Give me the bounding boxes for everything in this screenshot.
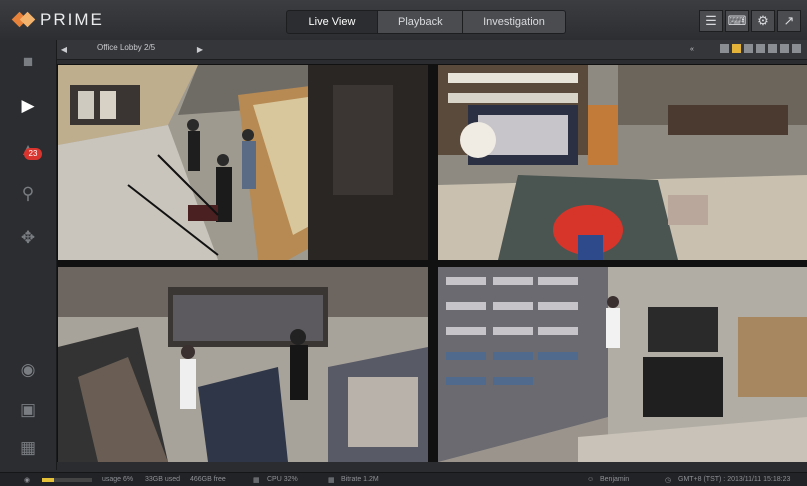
layout-9-icon[interactable] — [768, 44, 777, 53]
usage-bar — [42, 478, 92, 482]
next-group-button[interactable]: ▶ — [193, 42, 207, 57]
gear-icon[interactable]: ⚙ — [751, 10, 775, 32]
layout-6-icon[interactable] — [744, 44, 753, 53]
tab-live-view[interactable]: Live View — [286, 10, 378, 34]
layout-13-icon[interactable] — [780, 44, 789, 53]
camera-group-label: Office Lobby 2/5 — [97, 43, 156, 52]
disk-icon: ◉ — [24, 477, 31, 484]
tab-playback[interactable]: Playback — [377, 10, 463, 34]
menu-icon[interactable]: ☰ — [699, 10, 723, 32]
free-text: 466GB free — [190, 476, 226, 483]
usage-text: usage 6% — [102, 476, 134, 483]
status-bar: ◉ usage 6% 33GB used 466GB free ▦ CPU 32… — [0, 472, 807, 486]
layout-4-icon[interactable] — [732, 44, 741, 53]
live-camera-icon[interactable]: ▶ — [16, 96, 40, 116]
view-tabs: Live View Playback Investigation — [286, 10, 566, 34]
folder-icon[interactable]: ■ — [16, 52, 40, 72]
clock-icon: ◷ — [665, 477, 672, 484]
layout-selector — [720, 44, 801, 53]
save-icon[interactable]: ▦ — [16, 438, 40, 458]
camera-tile-1[interactable] — [58, 65, 428, 260]
layout-16-icon[interactable] — [792, 44, 801, 53]
ptz-icon[interactable]: ✥ — [16, 228, 40, 248]
camera-group-bar: ◀ Office Lobby 2/5 ▶ « — [57, 40, 807, 60]
collapse-icon[interactable]: « — [685, 42, 699, 57]
layout-8-icon[interactable] — [756, 44, 765, 53]
record-icon[interactable]: ◉ — [16, 360, 40, 380]
alarm-badge: 23 — [24, 148, 42, 160]
keyboard-icon[interactable]: ⌨ — [725, 10, 749, 32]
camera-grid — [57, 64, 807, 462]
bitrate-icon: ▦ — [328, 477, 335, 484]
logo-mark — [14, 13, 34, 27]
cpu-text: CPU 32% — [267, 476, 298, 483]
search-icon[interactable]: ⚲ — [16, 184, 40, 204]
camera-tile-3[interactable] — [58, 267, 428, 462]
expand-icon[interactable]: ↗ — [777, 10, 801, 32]
user-icon: ☺ — [587, 476, 595, 483]
camera-tile-4[interactable] — [438, 267, 807, 462]
user-name[interactable]: Benjamin — [600, 476, 629, 483]
cpu-icon: ▦ — [253, 477, 260, 484]
app-logo: PRIME — [14, 10, 104, 30]
logo-text: PRIME — [40, 10, 104, 29]
timezone-text: GMT+8 (TST) : 2013/11/11 15:18:23 — [678, 476, 791, 483]
prev-group-button[interactable]: ◀ — [57, 42, 71, 57]
snapshot-icon[interactable]: ▣ — [16, 400, 40, 420]
bitrate-text: Bitrate 1.2M — [341, 476, 379, 483]
top-icon-group: ☰ ⌨ ⚙ ↗ — [699, 10, 801, 32]
layout-1-icon[interactable] — [720, 44, 729, 53]
usage-bar-fill — [42, 478, 54, 482]
tab-investigation[interactable]: Investigation — [462, 10, 566, 34]
used-text: 33GB used — [145, 476, 181, 483]
top-bar: PRIME Live View Playback Investigation ☰… — [0, 0, 807, 41]
camera-tile-2[interactable] — [438, 65, 807, 260]
left-sidebar: ■ ▶ ▲ 23 ⚲ ✥ ◉ ▣ ▦ — [0, 40, 57, 470]
